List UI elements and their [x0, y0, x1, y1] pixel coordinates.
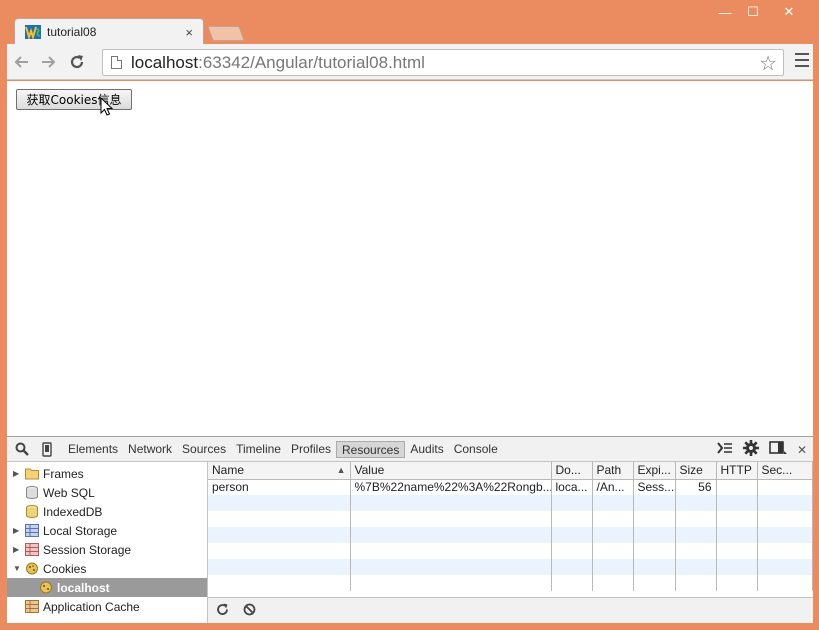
empty-row: [208, 559, 813, 575]
database-icon: [26, 505, 38, 518]
cell-domain: loca...: [551, 479, 593, 495]
column-header-http[interactable]: HTTP: [716, 462, 758, 480]
reload-icon[interactable]: [63, 48, 91, 76]
grid-status-bar: [208, 597, 813, 623]
sidebar-item-session-storage[interactable]: ▶ Session Storage: [7, 540, 207, 559]
table-header-row: Name ▲ Value Do... Path Expi... Size HTTP…: [208, 462, 813, 480]
column-header-name[interactable]: Name ▲: [208, 462, 351, 480]
close-window-button[interactable]: ✕: [767, 2, 811, 22]
sidebar-item-indexeddb[interactable]: IndexedDB: [7, 502, 207, 521]
column-header-value[interactable]: Value: [350, 462, 552, 480]
maximize-button[interactable]: ☐: [739, 2, 767, 22]
tab-console[interactable]: Console: [449, 441, 503, 458]
sidebar-item-localhost[interactable]: localhost: [7, 578, 207, 597]
tab-elements[interactable]: Elements: [63, 441, 123, 458]
empty-row: [208, 511, 813, 527]
tab-resources[interactable]: Resources: [336, 440, 406, 458]
tab-timeline[interactable]: Timeline: [231, 441, 286, 458]
cookies-grid-panel: Name ▲ Value Do... Path Expi... Size HTTP…: [208, 462, 813, 623]
browser-window: — ☐ ✕ tutorial08 × localhost:63342/Angul…: [0, 0, 819, 630]
clear-block-icon[interactable]: [243, 603, 256, 619]
empty-row: [208, 575, 813, 591]
window-controls: — ☐ ✕: [711, 2, 811, 22]
url-path: :63342/Angular/tutorial08.html: [198, 52, 425, 72]
column-header-expires[interactable]: Expi...: [633, 462, 676, 480]
tab-sources[interactable]: Sources: [177, 441, 231, 458]
devtools-panel: Elements Network Sources Timeline Profil…: [7, 436, 813, 623]
table-storage-icon: [25, 600, 39, 613]
empty-row: [208, 543, 813, 559]
get-cookies-button[interactable]: 获取Cookies信息: [16, 89, 132, 110]
cell-secure: [757, 479, 813, 495]
expand-triangle-icon[interactable]: ▶: [13, 526, 23, 535]
sidebar-item-frames[interactable]: ▶ Frames: [7, 464, 207, 483]
table-storage-icon: [25, 524, 39, 537]
sidebar-item-label: Cookies: [43, 561, 87, 576]
devtools-toolbar: Elements Network Sources Timeline Profil…: [7, 437, 813, 462]
expand-triangle-icon[interactable]: ▶: [13, 545, 23, 554]
close-devtools-icon[interactable]: ✕: [797, 443, 807, 457]
new-tab-button[interactable]: [207, 26, 245, 41]
device-mode-icon[interactable]: [37, 439, 57, 459]
tab-network[interactable]: Network: [123, 441, 177, 458]
cookie-icon: [40, 581, 52, 594]
expand-triangle-icon[interactable]: ▶: [13, 469, 23, 478]
browser-tab[interactable]: tutorial08 ×: [14, 18, 204, 45]
sidebar-item-label: IndexedDB: [43, 504, 103, 519]
cell-path: /An...: [592, 479, 634, 495]
sidebar-item-cookies[interactable]: ▼ Cookies: [7, 559, 207, 578]
database-icon: [26, 486, 38, 499]
tab-title: tutorial08: [47, 25, 97, 39]
table-storage-icon: [25, 543, 39, 556]
column-header-secure[interactable]: Sec...: [757, 462, 813, 480]
cell-http: [716, 479, 758, 495]
dock-side-icon[interactable]: [769, 441, 787, 458]
address-bar[interactable]: localhost:63342/Angular/tutorial08.html …: [102, 49, 784, 76]
sort-ascending-icon: ▲: [336, 465, 346, 475]
back-icon[interactable]: [7, 48, 35, 76]
sidebar-item-application-cache[interactable]: Application Cache: [7, 597, 207, 616]
console-drawer-icon[interactable]: [717, 442, 733, 457]
sidebar-item-label: Session Storage: [43, 542, 132, 557]
tab-profiles[interactable]: Profiles: [286, 441, 336, 458]
folder-icon: [25, 468, 39, 480]
cookie-icon: [26, 562, 38, 575]
gear-icon[interactable]: [742, 440, 759, 459]
url-host: localhost: [131, 52, 199, 72]
sidebar-item-web-sql[interactable]: Web SQL: [7, 483, 207, 502]
refresh-icon[interactable]: [216, 603, 229, 619]
collapse-triangle-icon[interactable]: ▼: [13, 564, 23, 573]
forward-icon[interactable]: [35, 48, 63, 76]
column-header-path[interactable]: Path: [592, 462, 634, 480]
empty-row: [208, 495, 813, 511]
inspect-search-icon[interactable]: [12, 439, 32, 459]
sidebar-item-label: Web SQL: [43, 485, 95, 500]
mouse-cursor-icon: [100, 96, 114, 120]
table-row[interactable]: person %7B%22name%22%3A%22Rongb... loca.…: [208, 479, 813, 495]
sidebar-item-local-storage[interactable]: ▶ Local Storage: [7, 521, 207, 540]
resources-sidebar: ▶ Frames Web SQL IndexedDB ▶ Local Stora…: [7, 462, 208, 623]
browser-toolbar: localhost:63342/Angular/tutorial08.html …: [7, 44, 813, 80]
cookies-table: Name ▲ Value Do... Path Expi... Size HTTP…: [208, 462, 813, 591]
cell-value: %7B%22name%22%3A%22Rongb...: [350, 479, 552, 495]
cell-expires: Sess...: [633, 479, 676, 495]
sidebar-item-label: Local Storage: [43, 523, 118, 538]
webstorm-favicon-icon: [25, 25, 41, 39]
page-content: 获取Cookies信息: [7, 81, 813, 436]
page-icon: [111, 56, 122, 69]
cell-size: 56: [675, 479, 717, 495]
column-header-size[interactable]: Size: [675, 462, 717, 480]
tab-audits[interactable]: Audits: [405, 441, 448, 458]
tab-close-icon[interactable]: ×: [185, 25, 193, 40]
sidebar-item-label: Application Cache: [43, 599, 140, 614]
column-header-domain[interactable]: Do...: [551, 462, 593, 480]
menu-icon[interactable]: [795, 53, 809, 67]
sidebar-item-label: Frames: [43, 466, 84, 481]
bookmark-star-icon[interactable]: ☆: [759, 51, 777, 76]
sidebar-item-label: localhost: [57, 580, 110, 595]
cell-name: person: [208, 479, 351, 495]
minimize-button[interactable]: —: [711, 2, 739, 22]
empty-row: [208, 527, 813, 543]
